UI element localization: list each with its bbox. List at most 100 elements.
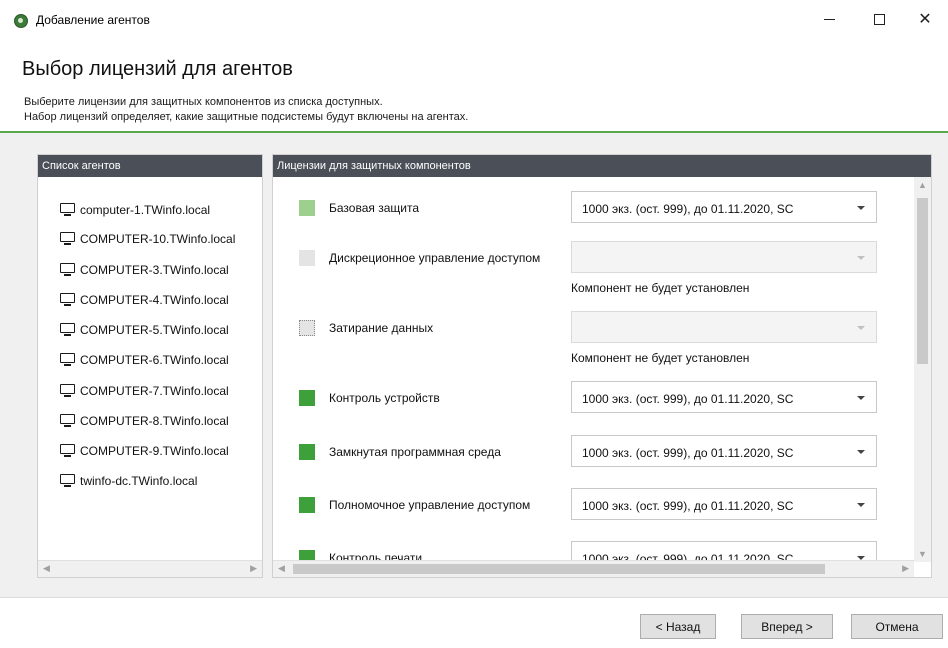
maximize-button[interactable] <box>856 0 902 38</box>
license-row: Затирание данных Компонент не будет уста… <box>273 311 913 371</box>
scrollbar-thumb[interactable] <box>917 198 928 364</box>
license-select-value: 1000 экз. (ост. 999), до 01.11.2020, SC <box>582 202 794 216</box>
license-select[interactable]: 1000 экз. (ост. 999), до 01.11.2020, SC <box>571 541 877 560</box>
license-status-indicator <box>299 444 315 460</box>
agent-label: COMPUTER-6.TWinfo.local <box>80 353 229 367</box>
title-bar: Добавление агентов ✕ <box>0 0 948 38</box>
license-select[interactable]: 1000 экз. (ост. 999), до 01.11.2020, SC <box>571 381 877 413</box>
license-status-indicator <box>299 200 315 216</box>
chevron-down-icon <box>857 206 865 210</box>
agent-label: COMPUTER-8.TWinfo.local <box>80 414 229 428</box>
license-component-name: Базовая защита <box>329 201 419 215</box>
computer-icon <box>60 384 75 398</box>
license-status-indicator <box>299 320 315 336</box>
description-line-2: Набор лицензий определяет, какие защитны… <box>24 111 469 123</box>
agent-label: COMPUTER-4.TWinfo.local <box>80 293 229 307</box>
license-status-indicator <box>299 550 315 560</box>
scroll-right-icon[interactable]: ▶ <box>902 563 909 574</box>
computer-icon <box>60 323 75 337</box>
agents-horizontal-scrollbar[interactable]: ◀ ▶ <box>38 560 262 577</box>
license-select-value: 1000 экз. (ост. 999), до 01.11.2020, SC <box>582 392 794 406</box>
agents-panel-title: Список агентов <box>38 155 262 177</box>
license-component-name: Дискреционное управление доступом <box>329 251 541 265</box>
license-row: Дискреционное управление доступом Компон… <box>273 241 913 301</box>
license-row: Базовая защита 1000 экз. (ост. 999), до … <box>273 191 913 223</box>
license-status-indicator <box>299 390 315 406</box>
license-component-name: Контроль устройств <box>329 391 440 405</box>
licenses-vertical-scrollbar[interactable]: ▲ ▼ <box>914 177 931 562</box>
license-select[interactable]: 1000 экз. (ост. 999), до 01.11.2020, SC <box>571 488 877 520</box>
cancel-button[interactable]: Отмена <box>851 614 943 639</box>
chevron-down-icon <box>857 396 865 400</box>
license-row: Контроль печати 1000 экз. (ост. 999), до… <box>273 541 913 560</box>
scroll-up-icon[interactable]: ▲ <box>918 180 927 190</box>
next-button[interactable]: Вперед > <box>741 614 833 639</box>
license-component-name: Замкнутая программная среда <box>329 445 501 459</box>
chevron-down-icon <box>857 256 865 260</box>
license-select[interactable]: 1000 экз. (ост. 999), до 01.11.2020, SC <box>571 191 877 223</box>
license-status-indicator <box>299 250 315 266</box>
list-item[interactable]: twinfo-dc.TWinfo.local <box>60 472 197 490</box>
scroll-down-icon[interactable]: ▼ <box>918 549 927 559</box>
licenses-horizontal-scrollbar[interactable]: ◀ ▶ <box>273 560 914 577</box>
list-item[interactable]: COMPUTER-3.TWinfo.local <box>60 261 229 279</box>
license-component-name: Полномочное управление доступом <box>329 498 531 512</box>
chevron-down-icon <box>857 503 865 507</box>
license-select[interactable]: 1000 экз. (ост. 999), до 01.11.2020, SC <box>571 435 877 467</box>
license-component-name: Контроль печати <box>329 551 423 560</box>
close-button[interactable]: ✕ <box>902 0 948 38</box>
back-button[interactable]: < Назад <box>640 614 716 639</box>
scrollbar-thumb[interactable] <box>293 564 825 574</box>
chevron-down-icon <box>857 326 865 330</box>
computer-icon <box>60 414 75 428</box>
license-row: Замкнутая программная среда 1000 экз. (о… <box>273 435 913 467</box>
scroll-right-icon[interactable]: ▶ <box>250 563 257 574</box>
computer-icon <box>60 232 75 246</box>
app-shield-icon <box>14 14 28 28</box>
scroll-left-icon[interactable]: ◀ <box>43 563 50 574</box>
agent-label: twinfo-dc.TWinfo.local <box>80 474 198 488</box>
agent-label: COMPUTER-5.TWinfo.local <box>80 323 229 337</box>
list-item[interactable]: computer-1.TWinfo.local <box>60 201 210 219</box>
licenses-panel-title: Лицензии для защитных компонентов <box>273 155 931 177</box>
license-component-name: Затирание данных <box>329 321 434 335</box>
list-item[interactable]: COMPUTER-5.TWinfo.local <box>60 321 229 339</box>
license-select-value: 1000 экз. (ост. 999), до 01.11.2020, SC <box>582 552 794 560</box>
minimize-button[interactable] <box>806 0 852 38</box>
license-row: Контроль устройств 1000 экз. (ост. 999),… <box>273 381 913 413</box>
maximize-icon <box>873 13 885 25</box>
list-item[interactable]: COMPUTER-10.TWinfo.local <box>60 230 235 248</box>
list-item[interactable]: COMPUTER-8.TWinfo.local <box>60 412 229 430</box>
license-row: Полномочное управление доступом 1000 экз… <box>273 488 913 520</box>
computer-icon <box>60 353 75 367</box>
component-status-text: Компонент не будет установлен <box>571 281 750 295</box>
computer-icon <box>60 263 75 277</box>
license-select-value: 1000 экз. (ост. 999), до 01.11.2020, SC <box>582 499 794 513</box>
computer-icon <box>60 293 75 307</box>
window-title: Добавление агентов <box>36 13 150 27</box>
license-select-value: 1000 экз. (ост. 999), до 01.11.2020, SC <box>582 446 794 460</box>
computer-icon <box>60 474 75 488</box>
close-icon: ✕ <box>918 11 932 28</box>
list-item[interactable]: COMPUTER-6.TWinfo.local <box>60 351 229 369</box>
page-title: Выбор лицензий для агентов <box>22 58 293 80</box>
license-select <box>571 311 877 343</box>
agent-label: COMPUTER-10.TWinfo.local <box>80 232 236 246</box>
list-item[interactable]: COMPUTER-7.TWinfo.local <box>60 382 229 400</box>
agent-label: COMPUTER-7.TWinfo.local <box>80 384 229 398</box>
agent-label: computer-1.TWinfo.local <box>80 203 211 217</box>
component-status-text: Компонент не будет установлен <box>571 351 750 365</box>
list-item[interactable]: COMPUTER-4.TWinfo.local <box>60 291 229 309</box>
licenses-panel: Лицензии для защитных компонентов Базова… <box>272 154 932 578</box>
license-select <box>571 241 877 273</box>
list-item[interactable]: COMPUTER-9.TWinfo.local <box>60 442 229 460</box>
scroll-left-icon[interactable]: ◀ <box>278 563 285 574</box>
license-status-indicator <box>299 497 315 513</box>
agent-label: COMPUTER-3.TWinfo.local <box>80 263 229 277</box>
chevron-down-icon <box>857 450 865 454</box>
description-line-1: Выберите лицензии для защитных компонент… <box>24 96 383 108</box>
agents-panel: Список агентов computer-1.TWinfo.local C… <box>37 154 263 578</box>
computer-icon <box>60 203 75 217</box>
footer-divider <box>0 597 948 598</box>
agent-label: COMPUTER-9.TWinfo.local <box>80 444 229 458</box>
